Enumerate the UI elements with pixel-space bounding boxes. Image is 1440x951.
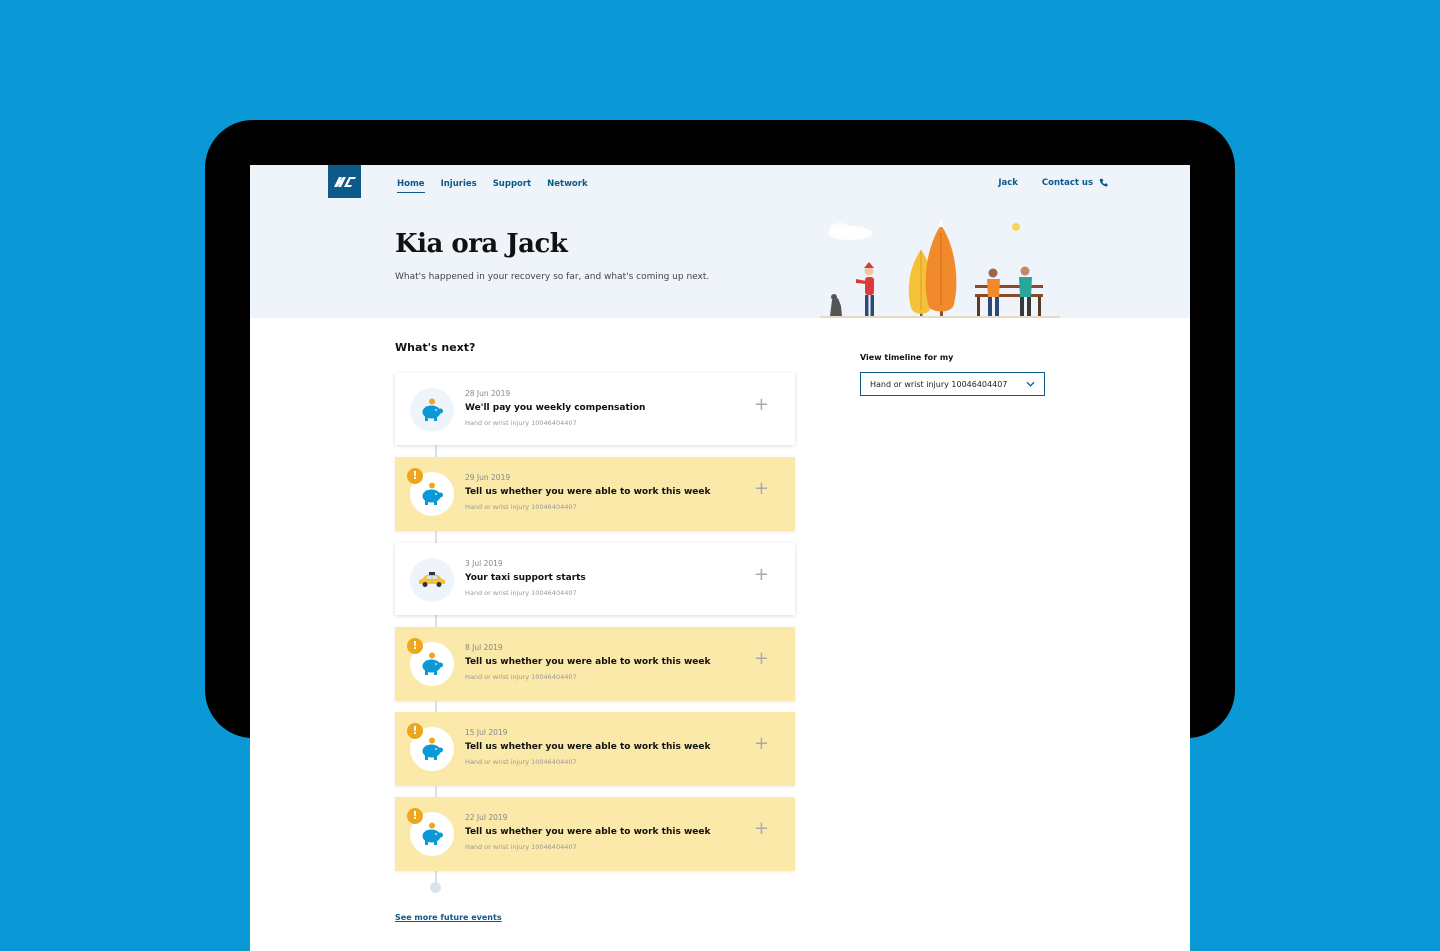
hero-banner: Home Injuries Support Network Jack Conta… xyxy=(250,165,1190,318)
acc-logo[interactable] xyxy=(328,165,361,198)
whats-next-heading: What's next? xyxy=(395,341,476,354)
timeline-event[interactable]: ! 22 Jul 2019 Tell us whether you were a… xyxy=(395,797,795,871)
event-date: 15 Jul 2019 xyxy=(465,728,508,737)
event-icon-circle xyxy=(410,388,454,432)
event-injury: Hand or wrist injury 10046404407 xyxy=(465,843,577,851)
event-title: Tell us whether you were able to work th… xyxy=(465,827,711,837)
event-title: We'll pay you weekly compensation xyxy=(465,403,646,413)
injury-select[interactable]: Hand or wrist injury 10046404407 xyxy=(860,372,1045,396)
page-subtitle: What's happened in your recovery so far,… xyxy=(395,272,710,282)
contact-us-link[interactable]: Contact us xyxy=(1042,178,1108,191)
event-icon-circle xyxy=(410,558,454,602)
expand-plus-icon[interactable]: + xyxy=(754,649,769,669)
event-date: 28 Jun 2019 xyxy=(465,389,511,398)
warning-icon: ! xyxy=(407,808,423,824)
piggy-bank-icon xyxy=(422,482,443,505)
event-injury: Hand or wrist injury 10046404407 xyxy=(465,589,577,597)
timeline-event[interactable]: ! 8 Jul 2019 Tell us whether you were ab… xyxy=(395,627,795,701)
expand-plus-icon[interactable]: + xyxy=(754,479,769,499)
event-date: 8 Jul 2019 xyxy=(465,643,503,652)
warning-icon: ! xyxy=(407,723,423,739)
event-date: 29 Jun 2019 xyxy=(465,473,511,482)
piggy-bank-icon xyxy=(422,398,443,421)
nav-support[interactable]: Support xyxy=(493,179,531,193)
nav-network[interactable]: Network xyxy=(547,179,587,193)
event-injury: Hand or wrist injury 10046404407 xyxy=(465,673,577,681)
chevron-down-icon xyxy=(1026,381,1035,387)
piggy-bank-icon xyxy=(422,652,443,675)
contact-us-label: Contact us xyxy=(1041,178,1094,188)
utility-nav: Jack Contact us xyxy=(998,178,1108,191)
primary-nav: Home Injuries Support Network xyxy=(397,179,588,193)
event-title: Tell us whether you were able to work th… xyxy=(465,487,711,497)
user-menu[interactable]: Jack xyxy=(998,178,1018,191)
event-date: 22 Jul 2019 xyxy=(465,813,508,822)
see-more-future-events-link[interactable]: See more future events xyxy=(395,913,502,922)
piggy-bank-icon xyxy=(422,737,443,760)
piggy-bank-icon xyxy=(422,822,443,845)
event-injury: Hand or wrist injury 10046404407 xyxy=(465,758,577,766)
expand-plus-icon[interactable]: + xyxy=(754,734,769,754)
event-date: 3 Jul 2019 xyxy=(465,559,503,568)
page-title: Kia ora Jack xyxy=(395,229,568,259)
event-title: Your taxi support starts xyxy=(465,573,586,583)
acc-logo-icon xyxy=(333,176,356,187)
expand-plus-icon[interactable]: + xyxy=(754,819,769,839)
injury-select-value: Hand or wrist injury 10046404407 xyxy=(870,379,1008,389)
timeline-event[interactable]: ! 29 Jun 2019 Tell us whether you were a… xyxy=(395,457,795,531)
event-injury: Hand or wrist injury 10046404407 xyxy=(465,419,577,427)
park-illustration xyxy=(820,219,1060,318)
nav-home[interactable]: Home xyxy=(397,179,425,193)
warning-icon: ! xyxy=(407,468,423,484)
expand-plus-icon[interactable]: + xyxy=(754,395,769,415)
expand-plus-icon[interactable]: + xyxy=(754,565,769,585)
nav-injuries[interactable]: Injuries xyxy=(441,179,477,193)
timeline-end-dot xyxy=(430,882,441,893)
event-title: Tell us whether you were able to work th… xyxy=(465,742,711,752)
taxi-icon xyxy=(419,572,445,587)
warning-icon: ! xyxy=(407,638,423,654)
app-screen: Home Injuries Support Network Jack Conta… xyxy=(250,165,1190,951)
timeline-filter-label: View timeline for my xyxy=(860,353,954,362)
timeline-event[interactable]: ! 15 Jul 2019 Tell us whether you were a… xyxy=(395,712,795,786)
phone-icon xyxy=(1099,178,1108,187)
event-title: Tell us whether you were able to work th… xyxy=(465,657,711,667)
event-injury: Hand or wrist injury 10046404407 xyxy=(465,503,577,511)
timeline-event[interactable]: 28 Jun 2019 We'll pay you weekly compens… xyxy=(395,373,795,445)
timeline-event[interactable]: 3 Jul 2019 Your taxi support starts Hand… xyxy=(395,543,795,615)
